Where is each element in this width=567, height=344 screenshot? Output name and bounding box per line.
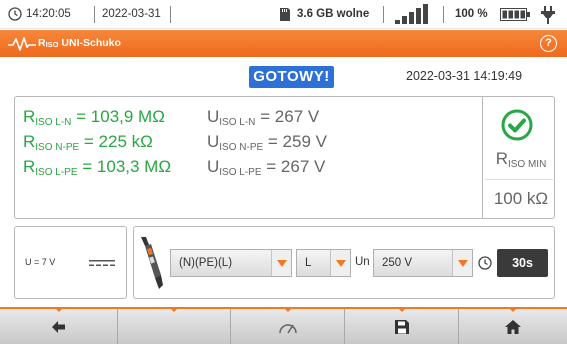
status-date: 2022-03-31 (102, 8, 161, 20)
check-circle-icon (501, 109, 533, 141)
status-separator (170, 6, 171, 23)
gauge-icon (278, 323, 297, 333)
dc-symbol-icon (89, 260, 115, 266)
measurement-time-button[interactable]: 30s (497, 249, 548, 277)
save-icon (394, 319, 409, 334)
title-bar: RISO UNI-Schuko ? (0, 30, 567, 57)
rmin-value: 100 kΩ (493, 189, 549, 208)
toolbar-empty-button[interactable] (118, 308, 231, 344)
back-arrow-icon (51, 320, 65, 333)
chevron-down-icon (452, 250, 472, 276)
nominal-voltage-label: Un (355, 256, 370, 268)
voltage-value: UISO L-N = 267 V (207, 107, 320, 128)
plug-icon (541, 6, 555, 24)
chevron-down-icon (330, 250, 350, 276)
line-select[interactable]: L (296, 249, 351, 277)
home-button[interactable] (459, 308, 567, 344)
mode-select[interactable]: (N)(PE)(L) (170, 249, 292, 277)
chevron-down-icon (271, 250, 291, 276)
rmin-label: RISO MIN (495, 149, 547, 170)
battery-icon (500, 8, 530, 21)
bottom-toolbar (0, 307, 567, 344)
screen-title: RISO UNI-Schuko (38, 37, 121, 49)
resistance-value: RISO N-PE = 225 kΩ (23, 132, 153, 153)
divider (485, 179, 553, 180)
status-bar: 14:20:05 2022-03-31 3.6 GB wolne 100 % (0, 0, 567, 29)
sd-card-icon (280, 8, 290, 21)
memory-free: 3.6 GB wolne (297, 8, 370, 20)
results-divider (482, 97, 483, 218)
test-voltage-panel: U = 7 V (14, 226, 127, 299)
signal-bars-icon (395, 4, 428, 24)
help-button[interactable]: ? (540, 35, 557, 52)
home-icon (505, 319, 521, 334)
measure-button[interactable] (231, 308, 345, 344)
back-button[interactable] (0, 308, 118, 344)
battery-percent: 100 % (455, 8, 488, 20)
status-separator (443, 6, 444, 23)
settings-panel: (N)(PE)(L) L Un 250 V 30s (133, 226, 555, 299)
save-button[interactable] (345, 308, 459, 344)
status-badge: GOTOWY! (249, 66, 334, 88)
probe-icon (141, 237, 163, 289)
measurement-timestamp: 2022-03-31 14:19:49 (406, 69, 523, 83)
waveform-icon (8, 37, 36, 51)
test-voltage-label: U = 7 V (25, 257, 56, 267)
status-time: 14:20:05 (26, 8, 71, 20)
resistance-value: RISO L-PE = 103,3 MΩ (23, 157, 172, 178)
clock-icon (8, 7, 22, 21)
results-panel: RISO L-N = 103,9 MΩ UISO L-N = 267 V RIS… (14, 96, 555, 219)
stopwatch-icon (478, 256, 492, 270)
nominal-voltage-select[interactable]: 250 V (373, 249, 473, 277)
resistance-value: RISO L-N = 103,9 MΩ (23, 107, 165, 128)
status-separator (94, 6, 95, 23)
status-separator (383, 6, 384, 23)
voltage-value: UISO L-PE = 267 V (207, 157, 326, 178)
voltage-value: UISO N-PE = 259 V (207, 132, 327, 153)
